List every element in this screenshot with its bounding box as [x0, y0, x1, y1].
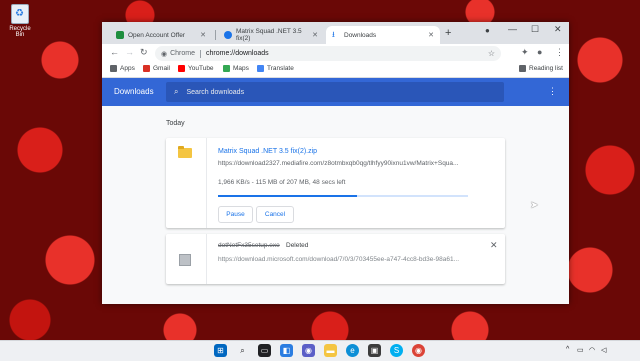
search-icon[interactable]: ⌕ — [236, 344, 249, 357]
edge-icon[interactable]: e — [346, 344, 359, 357]
bookmark-maps[interactable]: Maps — [223, 65, 249, 72]
bookmark-label: Apps — [120, 65, 135, 72]
chrome-taskbar-icon[interactable]: ◉ — [412, 344, 425, 357]
close-tab-icon[interactable]: ✕ — [312, 31, 318, 39]
bookmark-label: Maps — [233, 65, 249, 72]
download-progress-text: 1,966 KB/s - 115 MB of 207 MB, 48 secs l… — [218, 179, 346, 186]
reading-list-button[interactable]: Reading list — [519, 65, 563, 72]
network-icon[interactable]: ▭ — [577, 346, 584, 354]
close-tab-icon[interactable]: ✕ — [200, 31, 206, 39]
volume-icon[interactable]: ◁ — [601, 346, 606, 354]
file-explorer-icon[interactable]: ▬ — [324, 344, 337, 357]
downloads-menu-icon[interactable]: ⋮ — [548, 86, 557, 97]
download-icon: ⭳ — [332, 30, 335, 39]
deleted-status: Deleted — [286, 242, 309, 249]
tab-downloads[interactable]: ⭳ Downloads ✕ — [326, 26, 440, 44]
file-icon-column — [166, 234, 207, 284]
tab-strip: Open Account Offer ✕ Matrix Squad .NET 3… — [102, 22, 569, 44]
taskbar: ⊞ ⌕ ▭ ◧ ◉ ▬ e ▣ S ◉ ^ ▭ ◠ ◁ — [0, 340, 640, 361]
browser-toolbar: ← → ↻ ◉ Chrome chrome://downloads ☆ ✦ ● … — [102, 44, 569, 63]
bookmarks-bar: Apps Gmail YouTube Maps Translate Readin… — [102, 63, 569, 78]
download-progress-bar — [218, 195, 468, 197]
close-tab-icon[interactable]: ✕ — [428, 31, 434, 39]
skype-icon[interactable]: S — [390, 344, 403, 357]
cancel-button[interactable]: Cancel — [256, 206, 294, 223]
search-placeholder: Search downloads — [186, 88, 245, 96]
close-window-icon[interactable]: ✕ — [554, 24, 562, 35]
tab-open-account-offer[interactable]: Open Account Offer ✕ — [110, 26, 212, 44]
tab-title: Downloads — [344, 31, 377, 39]
youtube-icon — [178, 65, 185, 72]
bookmark-label: YouTube — [188, 65, 214, 72]
bookmark-youtube[interactable]: YouTube — [178, 65, 214, 72]
task-view-icon[interactable]: ▭ — [258, 344, 271, 357]
widgets-icon[interactable]: ◧ — [280, 344, 293, 357]
tab-title: Open Account Offer — [128, 31, 185, 39]
zip-folder-icon — [178, 146, 192, 158]
bookmark-label: Translate — [267, 65, 294, 72]
site-favicon-icon — [224, 31, 232, 39]
apps-grid-icon — [110, 65, 117, 72]
remove-item-icon[interactable]: ✕ — [490, 240, 498, 251]
reading-list-label: Reading list — [529, 65, 563, 72]
pause-button[interactable]: Pause — [218, 206, 253, 223]
exe-file-icon — [179, 254, 191, 266]
tab-search-icon[interactable]: ● — [485, 26, 490, 35]
page-title: Downloads — [114, 87, 154, 96]
profile-avatar-icon[interactable]: ● — [537, 47, 542, 57]
start-icon[interactable]: ⊞ — [214, 344, 227, 357]
maximize-icon[interactable]: ☐ — [531, 24, 539, 35]
minimize-icon[interactable]: — — [508, 24, 517, 34]
address-chip: Chrome — [170, 50, 196, 57]
bookmark-label: Gmail — [153, 65, 170, 72]
chrome-window: Open Account Offer ✕ Matrix Squad .NET 3… — [102, 22, 569, 304]
tab-matrix-squad[interactable]: Matrix Squad .NET 3.5 fix(2) ✕ — [218, 26, 324, 44]
back-arrow-icon[interactable]: ← — [110, 47, 119, 57]
download-item-active: Matrix Squad .NET 3.5 fix(2).zip https:/… — [166, 138, 505, 228]
forward-arrow-icon[interactable]: → — [125, 47, 134, 57]
deleted-source-url[interactable]: https://download.microsoft.com/download/… — [218, 256, 459, 263]
address-divider — [200, 49, 202, 58]
download-source-url[interactable]: https://download2327.mediafire.com/z8otm… — [218, 160, 458, 167]
download-item-deleted: dotNetFx35setup.exe Deleted https://down… — [166, 234, 505, 284]
address-bar[interactable]: ◉ Chrome chrome://downloads ☆ — [155, 46, 501, 61]
bookmark-gmail[interactable]: Gmail — [143, 65, 170, 72]
new-tab-button[interactable]: + — [445, 27, 451, 39]
store-icon[interactable]: ▣ — [368, 344, 381, 357]
wifi-icon[interactable]: ◠ — [589, 346, 595, 354]
tray-chevron-icon[interactable]: ^ — [566, 346, 569, 353]
tab-title: Matrix Squad .NET 3.5 fix(2) — [236, 28, 302, 42]
maps-icon — [223, 65, 230, 72]
reload-icon[interactable]: ↻ — [140, 47, 148, 58]
date-section-label: Today — [166, 120, 185, 127]
search-downloads-input[interactable]: ⌕ Search downloads — [166, 82, 504, 102]
extensions-icon[interactable]: ✦ — [521, 47, 529, 58]
downloads-header: Downloads ⌕ Search downloads ⋮ — [102, 78, 569, 106]
downloads-list: Today Matrix Squad .NET 3.5 fix(2).zip h… — [102, 106, 569, 304]
browser-menu-icon[interactable]: ⋮ — [555, 47, 564, 58]
gmail-icon — [143, 65, 150, 72]
download-file-name-link[interactable]: Matrix Squad .NET 3.5 fix(2).zip — [218, 148, 317, 155]
bookmark-star-icon[interactable]: ☆ — [488, 49, 495, 58]
translate-icon — [257, 65, 264, 72]
reading-list-icon — [519, 65, 526, 72]
recycle-bin-label: Recycle Bin — [9, 26, 31, 38]
search-icon: ⌕ — [174, 87, 179, 96]
bookmark-apps[interactable]: Apps — [110, 65, 135, 72]
tab-divider — [215, 30, 216, 40]
deleted-file-name: dotNetFx35setup.exe — [218, 242, 280, 249]
site-favicon-icon — [116, 31, 124, 39]
mouse-cursor-icon: ➤ — [530, 200, 539, 211]
file-icon-column — [166, 138, 207, 228]
download-progress-fill — [218, 195, 357, 197]
recycle-bin-shortcut[interactable]: Recycle Bin — [6, 4, 34, 38]
teams-chat-icon[interactable]: ◉ — [302, 344, 315, 357]
bookmark-translate[interactable]: Translate — [257, 65, 294, 72]
recycle-bin-icon — [11, 4, 29, 24]
address-url: chrome://downloads — [206, 50, 269, 57]
chrome-icon: ◉ — [161, 50, 168, 58]
